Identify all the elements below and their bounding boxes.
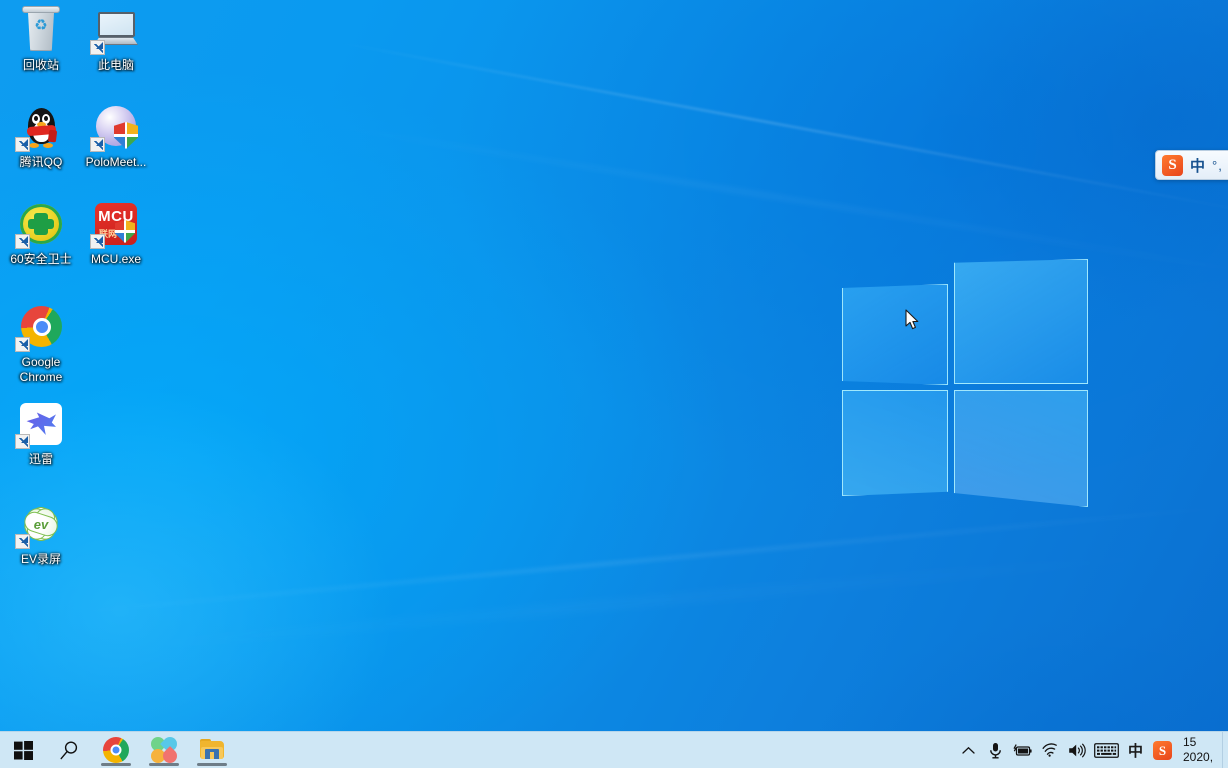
shortcut-arrow-icon (90, 137, 105, 152)
windows-pane-top-left (842, 284, 948, 385)
running-indicator (149, 763, 179, 766)
search-icon (60, 740, 77, 759)
wifi-icon (1042, 743, 1057, 757)
this-pc-icon (90, 6, 140, 55)
tray-touch-keyboard-button[interactable] (1090, 732, 1122, 768)
wps-office-icon (148, 734, 180, 766)
desktop-icon-label: 腾讯QQ (19, 155, 63, 169)
tray-sogou-ime-button[interactable]: S (1149, 732, 1176, 768)
shortcut-arrow-icon (90, 40, 105, 55)
wallpaper-glow-bottomright (700, 560, 1228, 731)
mcu-icon: MCU 联网 (90, 200, 140, 249)
tray-show-hidden-icons-button[interactable] (955, 732, 982, 768)
qq-penguin-icon (15, 103, 65, 152)
desktop-icon-xunlei[interactable]: 迅雷 (3, 400, 79, 467)
desktop-icon-this-pc[interactable]: 此电脑 (78, 6, 154, 73)
file-explorer-icon (199, 737, 225, 763)
desktop-icon-label: MCU.exe (90, 252, 141, 266)
speaker-icon (1068, 743, 1086, 757)
wallpaper-light-ray (60, 504, 1228, 615)
microphone-icon (990, 742, 1001, 759)
ev-recorder-icon: ev (15, 500, 65, 549)
desktop-icon-ev-recorder[interactable]: ev EV录屏 (3, 500, 79, 567)
desktop-wallpaper[interactable]: ♻ 回收站 此电脑 腾讯QQ PoloMeet... 60安全卫士 MCU 联网… (0, 0, 1228, 731)
tray-volume-button[interactable] (1063, 732, 1090, 768)
ime-mode-toggle[interactable]: 中 (1190, 155, 1205, 176)
taskbar: 中 S 15 2020, (0, 731, 1228, 768)
tray-battery-button[interactable] (1009, 732, 1036, 768)
clock-time: 15 (1183, 735, 1197, 749)
xunlei-icon (15, 400, 65, 449)
windows-pane-bottom-left (842, 390, 948, 496)
tray-network-button[interactable] (1036, 732, 1063, 768)
chevron-up-icon (962, 746, 975, 754)
sogou-logo-icon: S (1153, 740, 1172, 760)
taskbar-app-chrome[interactable] (92, 732, 140, 768)
battery-charging-icon (1013, 743, 1032, 756)
wallpaper-light-ray (329, 40, 1228, 214)
desktop-icon-label: 60安全卫士 (10, 252, 72, 266)
desktop-icon-label: PoloMeet... (85, 155, 147, 169)
show-desktop-button[interactable] (1222, 731, 1228, 768)
shortcut-arrow-icon (15, 337, 30, 352)
shortcut-arrow-icon (15, 137, 30, 152)
desktop-icon-label: 迅雷 (28, 452, 53, 466)
windows-logo-wallpaper (841, 257, 1089, 507)
tray-ime-mode-button[interactable]: 中 (1122, 732, 1149, 768)
keyboard-icon (1093, 742, 1119, 758)
running-indicator (197, 763, 227, 766)
desktop-icon-recycle-bin[interactable]: ♻ 回收站 (3, 6, 79, 73)
ime-chinese-icon: 中 (1127, 742, 1143, 760)
shortcut-arrow-icon (15, 234, 30, 249)
chrome-icon (103, 737, 129, 763)
polomeet-icon (90, 103, 140, 152)
search-button[interactable] (46, 732, 92, 768)
clock-date: 2020, (1183, 750, 1214, 764)
wallpaper-light-ray (80, 547, 1227, 654)
desktop-icon-tencent-qq[interactable]: 腾讯QQ (3, 103, 79, 170)
taskbar-app-file-explorer[interactable] (188, 732, 236, 768)
chrome-icon (15, 303, 65, 352)
taskbar-app-wps-office[interactable] (140, 732, 188, 768)
sogou-ime-floating-bar[interactable]: S 中 °, (1155, 150, 1228, 180)
shortcut-arrow-icon (90, 234, 105, 249)
wallpaper-light-ray (299, 120, 1228, 280)
recycle-bin-icon: ♻ (17, 6, 65, 54)
ime-punctuation-toggle[interactable]: °, (1212, 158, 1223, 173)
360-safeguard-icon (15, 200, 65, 249)
shortcut-arrow-icon (15, 434, 30, 449)
desktop-icon-label: 回收站 (22, 58, 59, 72)
sogou-logo-icon[interactable]: S (1162, 154, 1183, 176)
running-indicator (101, 763, 131, 766)
desktop-icon-360-safeguard[interactable]: 60安全卫士 (3, 200, 79, 267)
windows-start-icon (13, 740, 33, 760)
desktop-icon-mcu-exe[interactable]: MCU 联网 MCU.exe (78, 200, 154, 267)
desktop-icon-polomeet[interactable]: PoloMeet... (78, 103, 154, 170)
windows-pane-bottom-right (954, 390, 1088, 507)
windows-pane-top-right (954, 259, 1088, 384)
taskbar-clock[interactable]: 15 2020, (1176, 732, 1222, 768)
desktop-icon-label: 此电脑 (97, 58, 134, 72)
desktop-icon-label: EV录屏 (20, 552, 61, 566)
tray-microphone-button[interactable] (982, 732, 1009, 768)
desktop-icon-label: Google Chrome (19, 355, 63, 384)
shortcut-arrow-icon (15, 534, 30, 549)
desktop-icon-google-chrome[interactable]: Google Chrome (3, 303, 79, 385)
start-button[interactable] (0, 732, 46, 768)
